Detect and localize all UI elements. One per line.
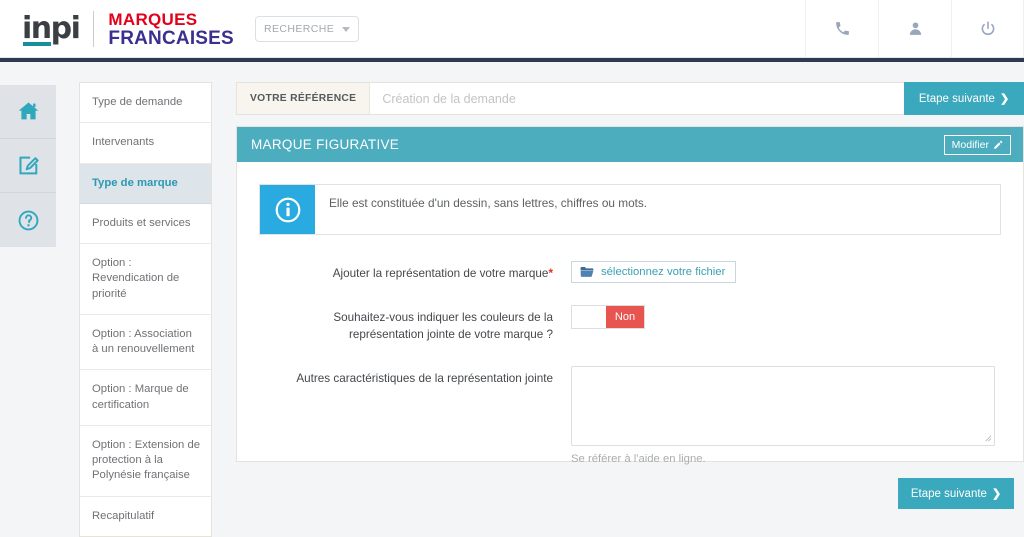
- brand-line-francaises: FRANCAISES: [108, 29, 234, 48]
- sidebar-item-marque-de-certification[interactable]: Option : Marque de certification: [80, 370, 211, 426]
- select-file-button[interactable]: sélectionnez votre fichier: [571, 261, 736, 283]
- sidebar-item-revendication-de-priorite[interactable]: Option : Revendication de priorité: [80, 244, 211, 315]
- brand-title: MARQUES FRANCAISES: [108, 11, 234, 48]
- field-row-colors: Souhaitez-vous indiquer les couleurs de …: [259, 305, 1001, 344]
- sidebar-item-type-de-demande[interactable]: Type de demande: [80, 83, 211, 123]
- folder-icon: [580, 266, 594, 278]
- file-field-label-text: Ajouter la représentation de votre marqu…: [333, 267, 549, 280]
- colors-field-label: Souhaitez-vous indiquer les couleurs de …: [259, 305, 571, 344]
- other-textarea[interactable]: [571, 366, 995, 446]
- select-file-button-label: sélectionnez votre fichier: [601, 266, 725, 278]
- colors-field-control: Non: [571, 305, 1001, 333]
- top-header: inpi MARQUES FRANCAISES RECHERCHE: [0, 0, 1024, 58]
- brand-logo[interactable]: inpi MARQUES FRANCAISES: [22, 8, 234, 50]
- card-title: MARQUE FIGURATIVE: [251, 137, 944, 152]
- card-header: MARQUE FIGURATIVE Modifier: [237, 127, 1023, 162]
- logout-button[interactable]: [951, 0, 1024, 57]
- other-textarea-wrap: [571, 366, 995, 446]
- power-icon: [979, 20, 997, 38]
- sidebar-item-intervenants[interactable]: Intervenants: [80, 123, 211, 163]
- rail-item-edit[interactable]: [0, 139, 56, 193]
- other-field-control: Se référer à l'aide en ligne.: [571, 366, 1001, 465]
- next-step-button-top[interactable]: Etape suivante ❯: [904, 82, 1024, 115]
- edit-icon: [16, 153, 41, 178]
- phone-icon: [834, 20, 851, 37]
- rail-item-help[interactable]: [0, 193, 56, 247]
- user-icon: [907, 20, 924, 37]
- brand-line-marques: MARQUES: [108, 11, 234, 28]
- search-dropdown[interactable]: RECHERCHE: [255, 16, 359, 42]
- icon-rail: [0, 85, 56, 247]
- info-message: Elle est constituée d'un dessin, sans le…: [315, 185, 1000, 234]
- inpi-logo: inpi: [22, 14, 79, 44]
- sidebar-item-type-de-marque[interactable]: Type de marque: [80, 164, 211, 204]
- colors-toggle-track: [572, 306, 606, 328]
- rail-item-home[interactable]: [0, 85, 56, 139]
- next-step-label-top: Etape suivante: [919, 93, 995, 105]
- logo-divider: [93, 11, 94, 47]
- search-dropdown-label: RECHERCHE: [264, 23, 342, 35]
- reference-label: VOTRE RÉFÉRENCE: [237, 83, 370, 114]
- sidebar-item-produits-et-services[interactable]: Produits et services: [80, 204, 211, 244]
- header-icon-group: [805, 0, 1024, 57]
- sidebar-nav: Type de demande Intervenants Type de mar…: [79, 82, 212, 537]
- chevron-right-icon: ❯: [1000, 92, 1009, 105]
- field-row-other: Autres caractéristiques de la représenta…: [259, 366, 1001, 465]
- sidebar-item-extension-polynesie[interactable]: Option : Extension de protection à la Po…: [80, 426, 211, 497]
- marque-figurative-card: MARQUE FIGURATIVE Modifier Elle est cons…: [236, 126, 1024, 462]
- header-accent-band: [0, 58, 1024, 62]
- other-field-label: Autres caractéristiques de la représenta…: [259, 366, 571, 388]
- modify-button[interactable]: Modifier: [944, 135, 1011, 155]
- info-icon: [275, 197, 301, 223]
- file-field-control: sélectionnez votre fichier: [571, 261, 1001, 283]
- next-step-button-bottom[interactable]: Etape suivante ❯: [898, 478, 1014, 509]
- inpi-logo-text: inpi: [22, 14, 79, 44]
- chevron-down-icon: [342, 27, 350, 32]
- colors-toggle[interactable]: Non: [571, 305, 645, 329]
- file-field-label: Ajouter la représentation de votre marqu…: [259, 261, 571, 283]
- next-step-label-bottom: Etape suivante: [911, 488, 987, 500]
- card-body: Elle est constituée d'un dessin, sans le…: [237, 162, 1023, 465]
- other-helper-text: Se référer à l'aide en ligne.: [571, 453, 1001, 465]
- chevron-right-icon-bottom: ❯: [992, 487, 1001, 500]
- sidebar-item-recapitulatif[interactable]: Recapitulatif: [80, 497, 211, 536]
- phone-button[interactable]: [805, 0, 878, 57]
- info-callout: Elle est constituée d'un dessin, sans le…: [259, 184, 1001, 235]
- inpi-logo-underline: [23, 42, 51, 46]
- modify-button-label: Modifier: [952, 139, 989, 151]
- sidebar-item-association-renouvellement[interactable]: Option : Association à un renouvellement: [80, 315, 211, 371]
- colors-toggle-value: Non: [606, 306, 644, 328]
- account-button[interactable]: [878, 0, 951, 57]
- pencil-icon: [993, 140, 1003, 150]
- info-icon-area: [260, 185, 315, 234]
- home-icon: [16, 99, 41, 124]
- field-row-file: Ajouter la représentation de votre marqu…: [259, 261, 1001, 283]
- required-asterisk: *: [548, 267, 553, 280]
- help-icon: [16, 208, 41, 233]
